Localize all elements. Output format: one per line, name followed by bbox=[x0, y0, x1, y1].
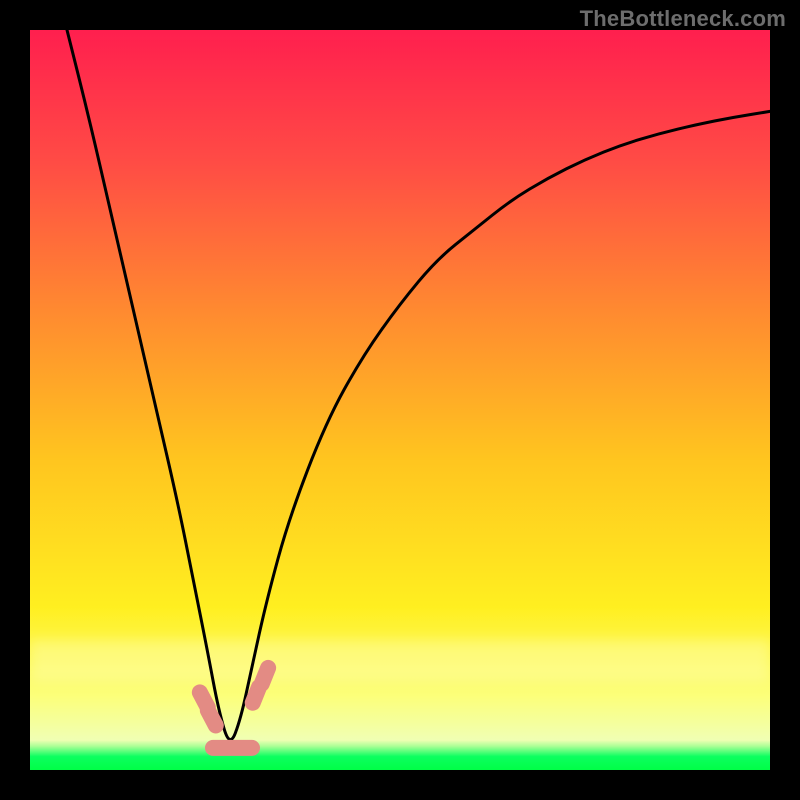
curve-layer bbox=[30, 30, 770, 770]
data-marker bbox=[226, 740, 260, 756]
chart-frame: TheBottleneck.com bbox=[0, 0, 800, 800]
bottleneck-curve bbox=[67, 30, 770, 740]
watermark-text: TheBottleneck.com bbox=[580, 6, 786, 32]
plot-area bbox=[30, 30, 770, 770]
